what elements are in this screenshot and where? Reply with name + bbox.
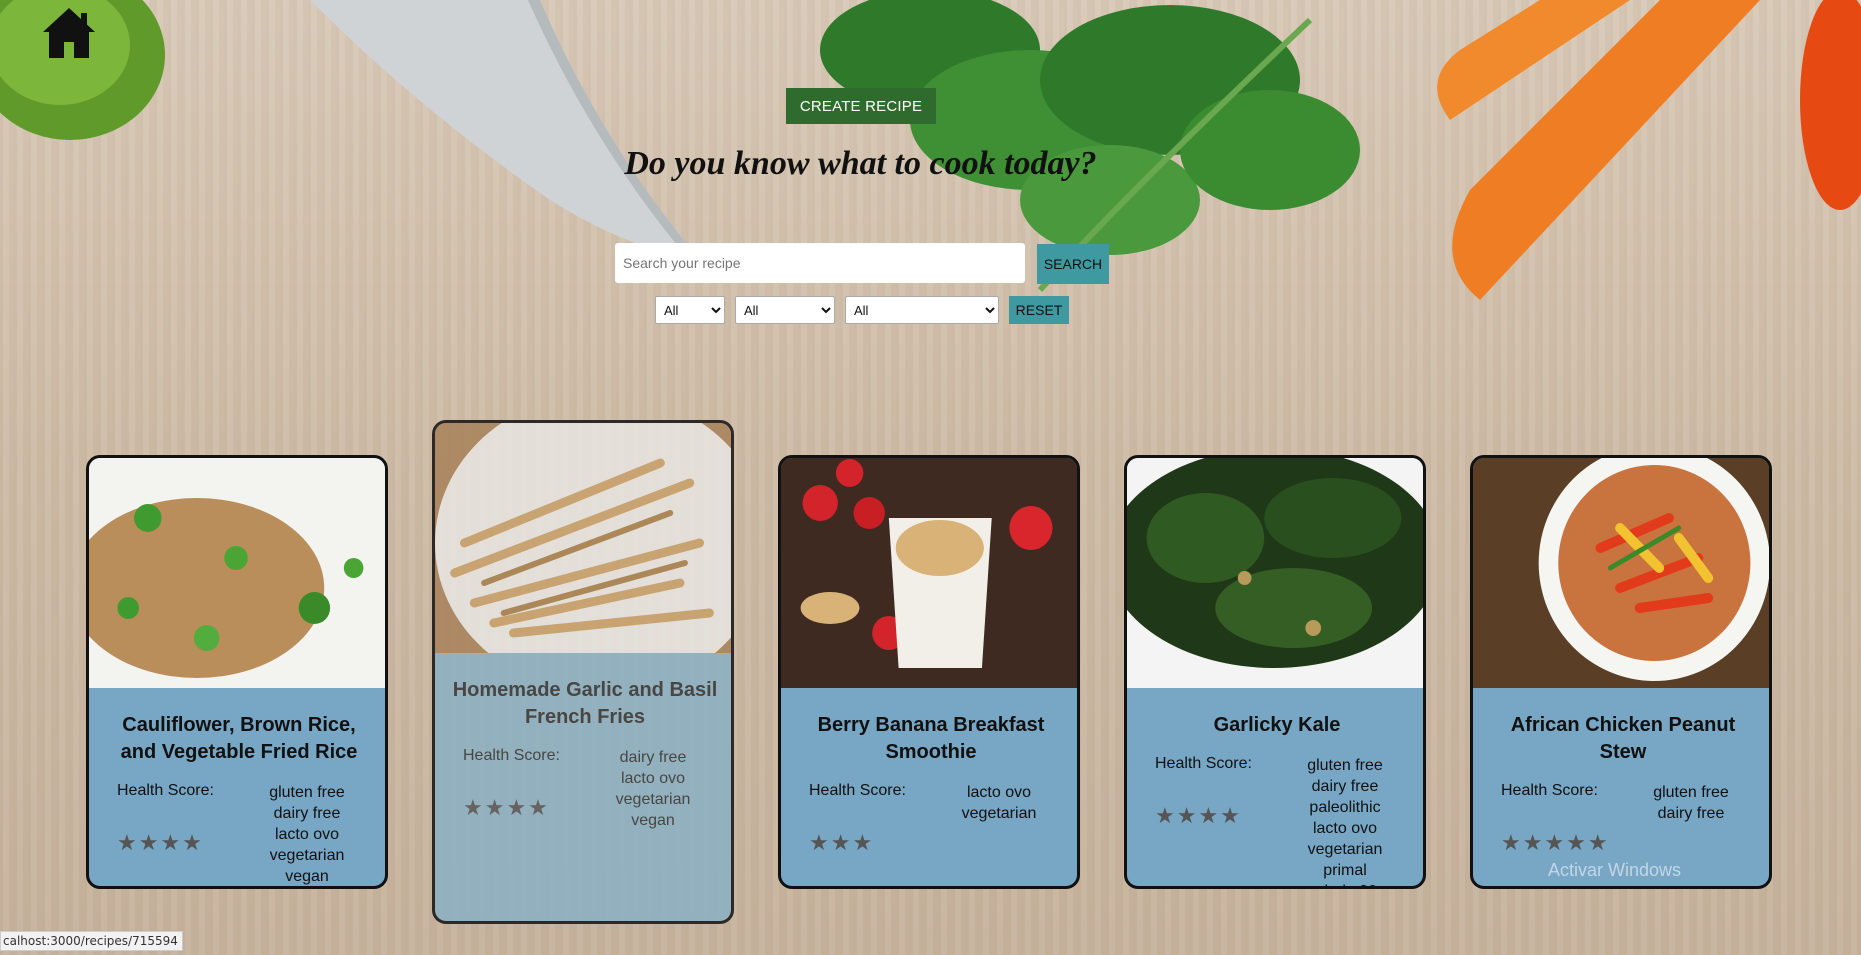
recipe-image: [89, 458, 385, 688]
health-score-label: Health Score:: [809, 782, 906, 799]
search-button[interactable]: SEARCH: [1037, 244, 1109, 284]
recipe-card[interactable]: Cauliflower, Brown Rice, and Vegetable F…: [86, 455, 388, 889]
diet-item: vegan: [631, 812, 675, 829]
recipe-title: Cauliflower, Brown Rice, and Vegetable F…: [120, 714, 358, 763]
knife-decoration: [310, 0, 700, 260]
filter-select-2[interactable]: All: [735, 296, 835, 324]
reset-button[interactable]: RESET: [1009, 296, 1069, 324]
diet-item: paleolithic: [1309, 799, 1381, 816]
create-recipe-button[interactable]: CREATE RECIPE: [786, 88, 936, 124]
health-score-stars: ★★★★: [463, 795, 550, 820]
home-icon[interactable]: [40, 5, 98, 61]
health-score-stars: ★★★: [809, 830, 875, 855]
recipe-card[interactable]: African Chicken Peanut Stew Health Score…: [1470, 455, 1772, 889]
diet-item: lacto ovo vegetarian: [615, 770, 691, 808]
filter-select-1[interactable]: All: [655, 296, 725, 324]
recipe-card[interactable]: Garlicky Kale Health Score: ★★★★ gluten …: [1124, 455, 1426, 889]
recipe-title: Garlicky Kale: [1213, 714, 1341, 736]
diet-item: gluten free: [1653, 784, 1729, 801]
status-bar-url: calhost:3000/recipes/715594: [0, 931, 183, 951]
diet-item: dairy free: [1657, 805, 1725, 822]
recipe-image: [1127, 458, 1423, 688]
diet-list: gluten free dairy free lacto ovo vegetar…: [237, 782, 377, 886]
recipe-image: [435, 423, 731, 653]
diet-item: gluten free: [1307, 757, 1383, 774]
diet-item: primal: [1323, 862, 1367, 879]
recipe-card[interactable]: Homemade Garlic and Basil French Fries H…: [432, 420, 734, 924]
diet-item: dairy free: [619, 749, 687, 766]
filter-select-3[interactable]: All: [845, 296, 999, 324]
windows-activation-watermark: Activar Windows: [1548, 860, 1682, 880]
recipe-title: Berry Banana Breakfast Smoothie: [817, 714, 1045, 763]
health-score-label: Health Score:: [117, 782, 214, 799]
diet-item: gluten free: [269, 784, 345, 801]
diet-item: lacto ovo vegetarian: [269, 826, 345, 864]
health-score-stars: ★★★★: [117, 830, 204, 855]
diet-item: vegan: [285, 868, 329, 885]
diet-item: dairy free: [273, 805, 341, 822]
diet-item: whole 30: [1275, 881, 1415, 886]
health-score-label: Health Score:: [1501, 782, 1598, 799]
diet-item: lacto ovo vegetarian: [1307, 820, 1383, 858]
diet-list: lacto ovo vegetarian: [929, 782, 1069, 856]
recipe-title: Homemade Garlic and Basil French Fries: [452, 679, 718, 728]
diet-list: gluten free dairy free paleolithic lacto…: [1275, 755, 1415, 886]
recipe-title: African Chicken Peanut Stew: [1510, 714, 1736, 763]
diet-item: dairy free: [1311, 778, 1379, 795]
recipe-card[interactable]: Berry Banana Breakfast Smoothie Health S…: [778, 455, 1080, 889]
recipe-image: [1473, 458, 1769, 688]
diet-item: lacto ovo vegetarian: [961, 784, 1037, 822]
health-score-stars: ★★★★★: [1501, 830, 1610, 855]
health-score-label: Health Score:: [1155, 755, 1252, 772]
health-score-label: Health Score:: [463, 747, 560, 764]
search-input[interactable]: [615, 243, 1025, 283]
page-title: Do you know what to cook today?: [624, 145, 1097, 182]
recipe-image: [781, 458, 1077, 688]
health-score-stars: ★★★★: [1155, 803, 1242, 828]
diet-list: gluten free dairy free: [1621, 782, 1761, 856]
diet-list: dairy free lacto ovo vegetarian vegan: [583, 747, 723, 831]
